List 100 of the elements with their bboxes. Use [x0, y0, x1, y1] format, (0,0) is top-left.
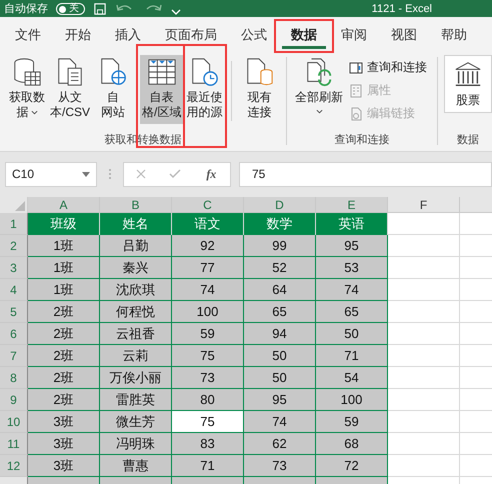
table-cell: 73: [172, 367, 244, 389]
table-cell: 2班: [28, 367, 100, 389]
column-header[interactable]: D: [244, 197, 316, 213]
ribbon-tab[interactable]: 开始: [56, 17, 100, 49]
table-cell: 50: [316, 323, 388, 345]
table-cell: 77: [172, 257, 244, 279]
table-cell: 秦兴: [100, 257, 172, 279]
column-header[interactable]: F: [388, 197, 460, 213]
table-cell: 71: [172, 455, 244, 477]
table-cell: 50: [244, 345, 316, 367]
column-header[interactable]: E: [316, 197, 388, 213]
table-cell: 冯明珠: [100, 433, 172, 455]
row-header[interactable]: 12: [0, 455, 28, 477]
row-header[interactable]: 1: [0, 213, 28, 235]
ribbon-tab[interactable]: 视图: [382, 17, 426, 49]
table-cell: 75: [172, 411, 244, 433]
table-cell: 75: [172, 345, 244, 367]
row-header[interactable]: 6: [0, 323, 28, 345]
ribbon-button[interactable]: 自 网站: [92, 55, 134, 124]
ribbon-button[interactable]: 从文 本/CSV: [48, 55, 92, 124]
ribbon-tab[interactable]: 审阅: [332, 17, 376, 49]
ribbon-button[interactable]: 现有 连接: [238, 55, 280, 124]
ribbon-tab[interactable]: 文件: [6, 17, 50, 49]
ribbon-button[interactable]: 自表 格/区域: [140, 55, 184, 124]
table-cell: 雷胜英: [100, 389, 172, 411]
select-all-button[interactable]: [0, 197, 28, 213]
ribbon-tab[interactable]: 插入: [106, 17, 150, 49]
table-cell: 曹惠: [100, 455, 172, 477]
table-cell: 92: [172, 235, 244, 257]
table-cell: 65: [316, 301, 388, 323]
table-cell: 1班: [28, 279, 100, 301]
table-cell: 3班: [28, 455, 100, 477]
table-cell: 73: [244, 455, 316, 477]
table-cell: 3班: [28, 433, 100, 455]
save-icon[interactable]: [93, 3, 107, 15]
row-header[interactable]: 8: [0, 367, 28, 389]
table-cell: 80: [172, 389, 244, 411]
ribbon-button[interactable]: 最近使 用的源: [183, 55, 226, 124]
table-cell: 云莉: [100, 345, 172, 367]
table-cell: 74: [244, 411, 316, 433]
caret-icon: [316, 109, 323, 114]
caret-icon[interactable]: [171, 9, 181, 15]
check-icon[interactable]: [168, 169, 181, 179]
name-box[interactable]: C10: [5, 162, 97, 186]
ribbon-tab[interactable]: 页面布局: [156, 17, 226, 49]
window-title: 1121 - Excel: [372, 4, 432, 15]
column-header[interactable]: C: [172, 197, 244, 213]
cancel-icon[interactable]: [136, 169, 146, 179]
autosave-label: 自动保存: [4, 4, 48, 15]
table-cell: 1班: [28, 257, 100, 279]
table-cell: 83: [172, 433, 244, 455]
ribbon-button[interactable]: 获取数 据: [6, 55, 48, 124]
row-header[interactable]: 5: [0, 301, 28, 323]
table-cell: 100: [316, 389, 388, 411]
table-icon: [146, 57, 177, 87]
row-header[interactable]: 9: [0, 389, 28, 411]
row-header[interactable]: 4: [0, 279, 28, 301]
ribbon-button[interactable]: 全部刷新: [293, 55, 346, 118]
table-cell: 74: [172, 279, 244, 301]
caret-icon: [30, 110, 38, 115]
table-cell: 语文: [172, 213, 244, 235]
table-cell: 74: [316, 279, 388, 301]
table-cell: 59: [172, 323, 244, 345]
ribbon-button[interactable]: 股票: [444, 55, 492, 113]
row-header[interactable]: 7: [0, 345, 28, 367]
ribbon-tab[interactable]: 数据: [282, 17, 326, 49]
row-header[interactable]: 2: [0, 235, 28, 257]
ribbon-small-button[interactable]: 查询和连接: [345, 57, 432, 78]
links-icon: [349, 106, 364, 120]
table-cell: 68: [316, 433, 388, 455]
database-icon: [12, 57, 42, 87]
table-cell: 姓名: [100, 213, 172, 235]
panel-icon: [349, 60, 364, 74]
table-cell: 2班: [28, 301, 100, 323]
table-cell: 数学: [244, 213, 316, 235]
formula-field[interactable]: 75: [239, 162, 492, 186]
ribbon-tab[interactable]: 公式: [232, 17, 276, 49]
table-cell: 72: [316, 455, 388, 477]
corner-triangle-icon: [15, 201, 25, 211]
table-cell: 2班: [28, 345, 100, 367]
column-header[interactable]: B: [100, 197, 172, 213]
table-cell: 94: [244, 323, 316, 345]
ribbon-tab[interactable]: 帮助: [432, 17, 476, 49]
table-cell: 2班: [28, 323, 100, 345]
insert-function-button[interactable]: fx: [204, 166, 218, 182]
table-cell: 50: [244, 367, 316, 389]
table-cell: 95: [316, 235, 388, 257]
table-cell: 1班: [28, 235, 100, 257]
column-header[interactable]: A: [28, 197, 100, 213]
table-cell: 64: [244, 279, 316, 301]
table-cell: 100: [172, 301, 244, 323]
table-cell: 52: [244, 257, 316, 279]
row-header[interactable]: 3: [0, 257, 28, 279]
table-cell: 65: [244, 301, 316, 323]
table-cell: 3班: [28, 411, 100, 433]
row-header[interactable]: 10: [0, 411, 28, 433]
row-header[interactable]: 11: [0, 433, 28, 455]
table-cell: 59: [316, 411, 388, 433]
caret-icon: [82, 172, 90, 176]
table-cell: 2班: [28, 389, 100, 411]
